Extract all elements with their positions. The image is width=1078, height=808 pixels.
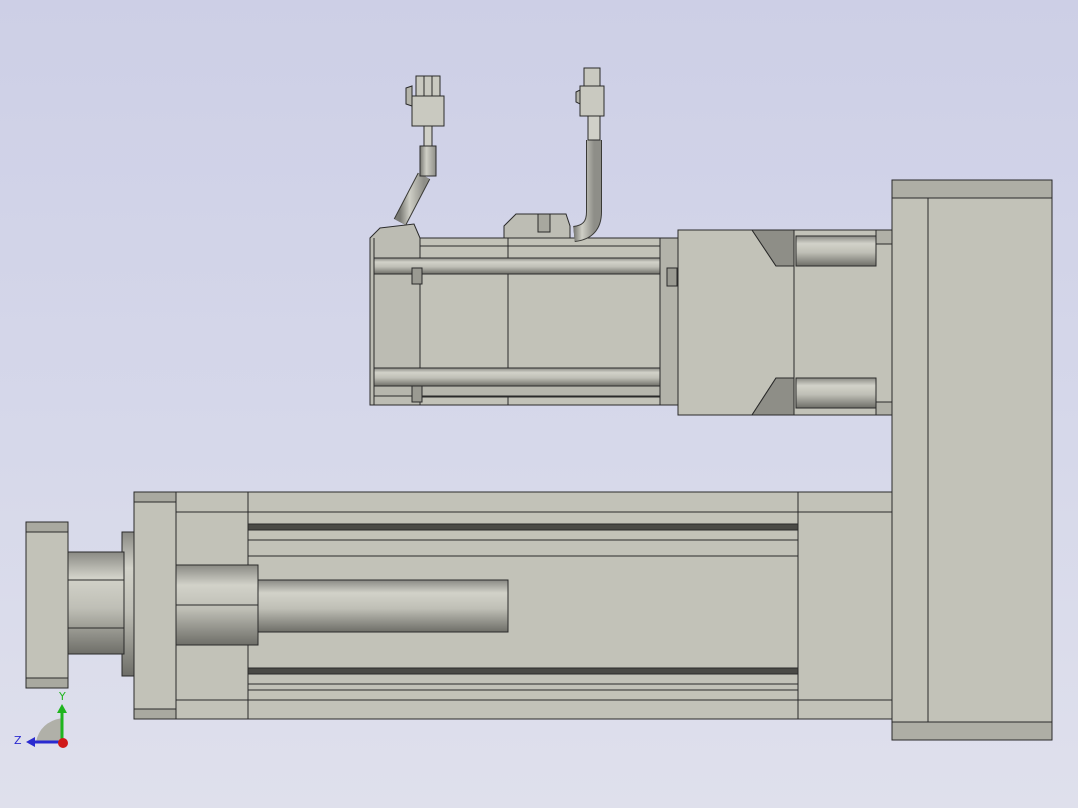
triad-y-label: Y (58, 690, 66, 703)
cad-model-drawing[interactable]: Y Z (0, 0, 1078, 808)
bracket-plate (891, 179, 1053, 741)
triad-arc (36, 718, 62, 742)
adapter-flange (677, 229, 893, 416)
orientation-triad[interactable]: Y Z (14, 690, 68, 748)
cad-viewport[interactable]: Y Z (0, 0, 1078, 808)
cable-power (393, 75, 445, 226)
triad-z-arrow (26, 737, 35, 747)
servo-motor (369, 213, 679, 406)
cable-encoder (572, 67, 605, 242)
triad-x-origin (58, 738, 68, 748)
triad-y-arrow (57, 704, 67, 713)
triad-z-label: Z (14, 734, 22, 747)
linear-actuator (25, 491, 893, 720)
